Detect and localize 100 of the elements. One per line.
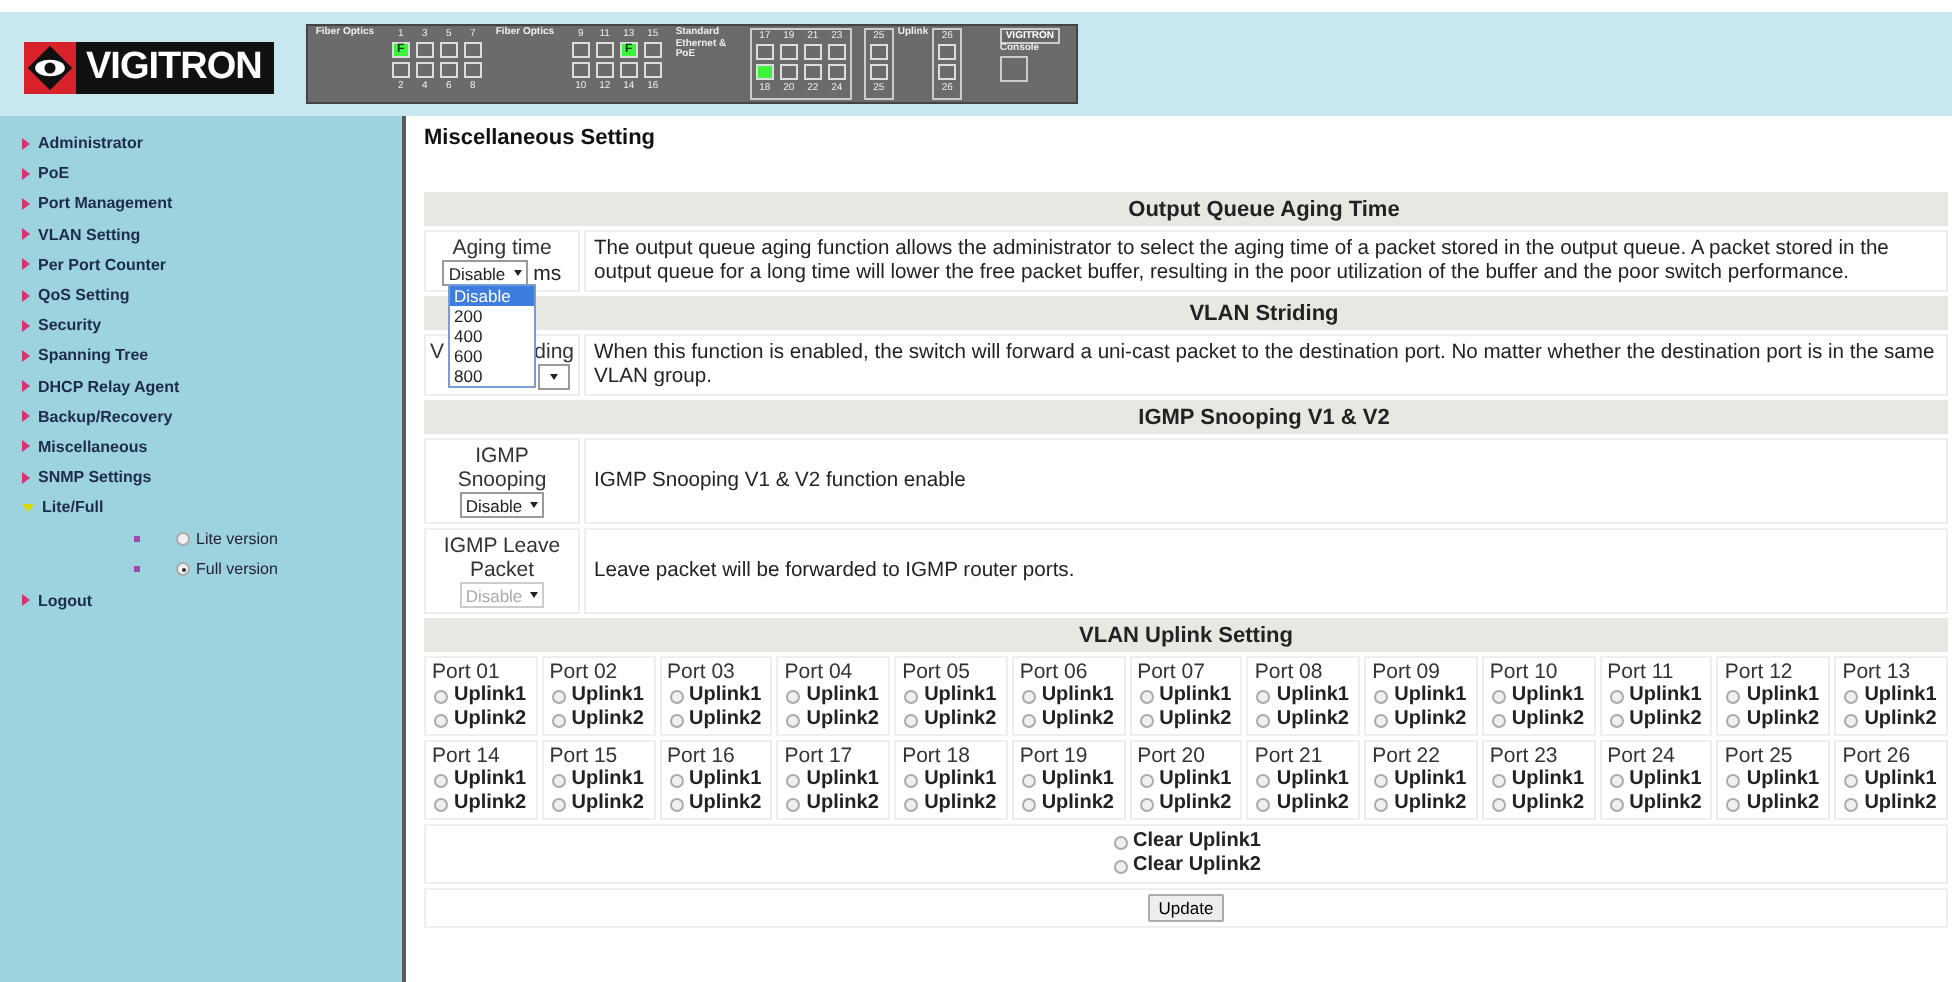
radio-button[interactable]	[551, 797, 566, 811]
radio-button[interactable]	[176, 562, 190, 577]
sidebar-link[interactable]: PoE	[38, 164, 70, 183]
radio-button[interactable]	[1021, 689, 1036, 703]
radio-button[interactable]	[1139, 773, 1154, 787]
radio-label[interactable]: Uplink1	[1746, 768, 1820, 792]
radio-label[interactable]: Uplink1	[1511, 768, 1585, 792]
radio-label[interactable]: Clear Uplink1	[1133, 830, 1261, 854]
radio-button[interactable]	[176, 531, 190, 546]
radio-label[interactable]: Lite version	[196, 529, 278, 548]
radio-label[interactable]: Uplink1	[1629, 768, 1702, 792]
radio-button[interactable]	[904, 713, 919, 727]
radio-label[interactable]: Uplink2	[689, 792, 762, 816]
radio-label[interactable]: Uplink2	[1394, 708, 1467, 732]
radio-label[interactable]: Uplink1	[689, 684, 762, 708]
radio-button[interactable]	[669, 797, 684, 811]
radio-button[interactable]	[669, 689, 684, 703]
radio-button[interactable]	[1021, 773, 1036, 787]
radio-label[interactable]: Uplink2	[689, 708, 762, 732]
radio-label[interactable]: Uplink2	[924, 792, 997, 816]
radio-label[interactable]: Uplink1	[571, 768, 644, 792]
radio-button[interactable]	[1256, 689, 1271, 703]
radio-button[interactable]	[1609, 773, 1624, 787]
dropdown-option[interactable]: 800	[450, 366, 534, 386]
sidebar-link[interactable]: Backup/Recovery	[38, 407, 173, 426]
radio-button[interactable]	[786, 797, 801, 811]
radio-label[interactable]: Uplink2	[1041, 792, 1114, 816]
sidebar-link[interactable]: Security	[38, 316, 102, 335]
radio-label[interactable]: Uplink2	[1629, 792, 1702, 816]
radio-button[interactable]	[669, 713, 684, 727]
radio-label[interactable]: Full version	[196, 560, 278, 579]
radio-label[interactable]: Uplink2	[1511, 708, 1585, 732]
sidebar-link[interactable]: Logout	[38, 591, 93, 610]
radio-button[interactable]	[434, 773, 448, 787]
radio-label[interactable]: Uplink1	[806, 768, 879, 792]
radio-label[interactable]: Uplink1	[1394, 684, 1467, 708]
radio-button[interactable]	[1256, 773, 1271, 787]
radio-button[interactable]	[904, 797, 919, 811]
update-button[interactable]: Update	[1148, 894, 1224, 922]
radio-button[interactable]	[1374, 773, 1389, 787]
radio-label[interactable]: Uplink1	[1276, 684, 1349, 708]
radio-label[interactable]: Uplink1	[1394, 768, 1467, 792]
radio-label[interactable]: Uplink2	[806, 792, 879, 816]
radio-button[interactable]	[1491, 797, 1506, 811]
dropdown[interactable]: Disable	[459, 492, 545, 518]
radio-button[interactable]	[1726, 797, 1741, 811]
radio-button[interactable]	[1491, 689, 1506, 703]
radio-button[interactable]	[1256, 713, 1271, 727]
radio-label[interactable]: Uplink2	[571, 792, 644, 816]
radio-button[interactable]	[434, 689, 448, 703]
radio-button[interactable]	[1844, 797, 1859, 811]
radio-label[interactable]: Uplink2	[1864, 708, 1937, 732]
radio-button[interactable]	[551, 773, 566, 787]
radio-button[interactable]	[1139, 713, 1154, 727]
sidebar-link[interactable]: VLAN Setting	[38, 225, 141, 244]
radio-label[interactable]: Uplink2	[1276, 792, 1349, 816]
dropdown-option[interactable]: 200	[450, 306, 534, 326]
dropdown-option[interactable]: 600	[450, 346, 534, 366]
radio-button[interactable]	[1844, 713, 1859, 727]
sidebar-link[interactable]: Per Port Counter	[38, 255, 167, 274]
radio-label[interactable]: Uplink2	[454, 792, 527, 816]
sidebar-link[interactable]: QoS Setting	[38, 286, 130, 305]
radio-label[interactable]: Uplink2	[1746, 792, 1820, 816]
sidebar-link[interactable]: SNMP Settings	[38, 468, 152, 487]
radio-button[interactable]	[1609, 797, 1624, 811]
radio-button[interactable]	[1844, 773, 1859, 787]
dropdown-option[interactable]: 400	[450, 326, 534, 346]
radio-label[interactable]: Uplink1	[924, 684, 997, 708]
radio-button[interactable]	[551, 689, 566, 703]
radio-button[interactable]	[1491, 773, 1506, 787]
radio-label[interactable]: Uplink2	[1041, 708, 1114, 732]
sidebar-link[interactable]: Port Management	[38, 194, 173, 213]
radio-label[interactable]: Uplink1	[1041, 684, 1114, 708]
radio-button[interactable]	[1256, 797, 1271, 811]
radio-button[interactable]	[786, 689, 801, 703]
radio-label[interactable]: Uplink1	[924, 768, 997, 792]
radio-label[interactable]: Uplink1	[454, 768, 527, 792]
radio-label[interactable]: Clear Uplink2	[1133, 854, 1261, 878]
dropdown[interactable]: Disable	[442, 260, 528, 286]
radio-label[interactable]: Uplink1	[1746, 684, 1820, 708]
radio-button[interactable]	[786, 773, 801, 787]
radio-label[interactable]: Uplink2	[1394, 792, 1467, 816]
sidebar-link[interactable]: Miscellaneous	[38, 437, 148, 456]
radio-label[interactable]: Uplink2	[1511, 792, 1585, 816]
radio-label[interactable]: Uplink1	[806, 684, 879, 708]
radio-label[interactable]: Uplink2	[1864, 792, 1937, 816]
radio-label[interactable]: Uplink2	[1159, 792, 1232, 816]
radio-label[interactable]: Uplink1	[1629, 684, 1702, 708]
dropdown[interactable]	[538, 364, 570, 390]
radio-label[interactable]: Uplink1	[1864, 768, 1937, 792]
radio-label[interactable]: Uplink2	[1276, 708, 1349, 732]
radio-label[interactable]: Uplink1	[454, 684, 527, 708]
radio-button[interactable]	[1609, 689, 1624, 703]
radio-button[interactable]	[1113, 835, 1128, 849]
radio-label[interactable]: Uplink1	[1159, 768, 1232, 792]
radio-button[interactable]	[1374, 797, 1389, 811]
radio-button[interactable]	[1374, 713, 1389, 727]
radio-button[interactable]	[1726, 689, 1741, 703]
radio-label[interactable]: Uplink1	[689, 768, 762, 792]
radio-label[interactable]: Uplink1	[1276, 768, 1349, 792]
